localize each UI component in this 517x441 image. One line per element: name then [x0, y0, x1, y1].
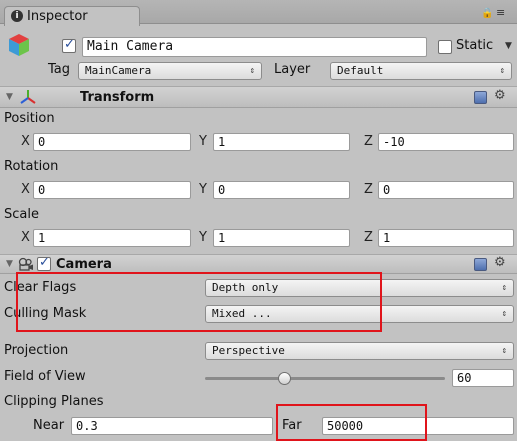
help-book-icon[interactable]: [474, 258, 487, 271]
tag-value: MainCamera: [85, 64, 152, 77]
rotation-x-field[interactable]: 0: [33, 181, 191, 199]
foldout-arrow-icon[interactable]: ▼: [6, 259, 13, 269]
axis-z-label[interactable]: Z: [364, 134, 373, 149]
help-book-icon[interactable]: [474, 91, 487, 104]
fov-value-field[interactable]: 60: [452, 369, 514, 387]
projection-label: Projection: [4, 343, 69, 358]
gameobject-cube-icon: [8, 33, 30, 57]
fov-label: Field of View: [4, 369, 86, 384]
projection-value: Perspective: [212, 344, 285, 357]
tab-label: Inspector: [27, 9, 88, 24]
scale-z-field[interactable]: 1: [378, 229, 514, 247]
scale-x-field[interactable]: 1: [33, 229, 191, 247]
updown-arrow-icon: ⇕: [249, 66, 255, 76]
updown-arrow-icon: ⇕: [499, 66, 505, 76]
axis-x-label[interactable]: X: [21, 230, 30, 245]
axis-x-label[interactable]: X: [21, 182, 30, 197]
clipping-planes-label: Clipping Planes: [4, 394, 104, 409]
axis-y-label[interactable]: Y: [199, 230, 207, 245]
check-icon: ✓: [64, 37, 75, 52]
updown-arrow-icon: ⇕: [501, 283, 507, 293]
tag-dropdown[interactable]: MainCamera ⇕: [78, 62, 262, 80]
position-x-field[interactable]: 0: [33, 133, 191, 151]
transform-header[interactable]: [0, 86, 517, 108]
position-z-field[interactable]: -10: [378, 133, 514, 151]
updown-arrow-icon: ⇕: [501, 309, 507, 319]
tab-inspector[interactable]: i Inspector: [4, 6, 140, 26]
layer-value: Default: [337, 64, 384, 77]
axis-z-label[interactable]: Z: [364, 230, 373, 245]
projection-dropdown[interactable]: Perspective ⇕: [205, 342, 514, 360]
active-checkbox[interactable]: ✓: [62, 37, 76, 53]
camera-enabled-checkbox[interactable]: ✓: [37, 255, 51, 271]
camera-title: Camera: [56, 257, 112, 272]
rotation-z-field[interactable]: 0: [378, 181, 514, 199]
transform-title: Transform: [80, 90, 155, 105]
highlight-box-far: [276, 404, 427, 441]
axis-x-label[interactable]: X: [21, 134, 30, 149]
static-label: Static: [456, 38, 494, 53]
scale-label: Scale: [4, 207, 39, 222]
static-checkbox[interactable]: [438, 40, 452, 54]
check-icon: ✓: [39, 255, 50, 270]
axis-y-label[interactable]: Y: [199, 182, 207, 197]
info-icon: i: [11, 10, 23, 22]
position-y-field[interactable]: 1: [213, 133, 350, 151]
object-name-field[interactable]: Main Camera: [82, 37, 427, 57]
updown-arrow-icon: ⇕: [501, 346, 507, 356]
layer-dropdown[interactable]: Default ⇕: [330, 62, 512, 80]
gear-icon[interactable]: ⚙: [494, 88, 506, 103]
lock-icon[interactable]: 🔒: [481, 8, 493, 19]
static-dropdown-arrow-icon[interactable]: ▼: [505, 41, 512, 51]
transform-axes-icon: [20, 89, 36, 105]
rotation-y-field[interactable]: 0: [213, 181, 350, 199]
scale-y-field[interactable]: 1: [213, 229, 350, 247]
gear-icon[interactable]: ⚙: [494, 255, 506, 270]
menu-icon[interactable]: ≡: [496, 6, 505, 19]
near-label[interactable]: Near: [33, 418, 64, 433]
axis-y-label[interactable]: Y: [199, 134, 207, 149]
fov-slider-thumb[interactable]: [278, 372, 292, 385]
position-label: Position: [4, 111, 55, 126]
highlight-box-clear-culling: [16, 272, 382, 332]
axis-z-label[interactable]: Z: [364, 182, 373, 197]
camera-icon: [18, 257, 34, 271]
rotation-label: Rotation: [4, 159, 59, 174]
tag-label: Tag: [48, 62, 71, 77]
fov-slider-track[interactable]: [205, 377, 445, 380]
layer-label: Layer: [274, 62, 311, 77]
near-field[interactable]: 0.3: [71, 417, 273, 435]
foldout-arrow-icon[interactable]: ▼: [6, 92, 13, 102]
